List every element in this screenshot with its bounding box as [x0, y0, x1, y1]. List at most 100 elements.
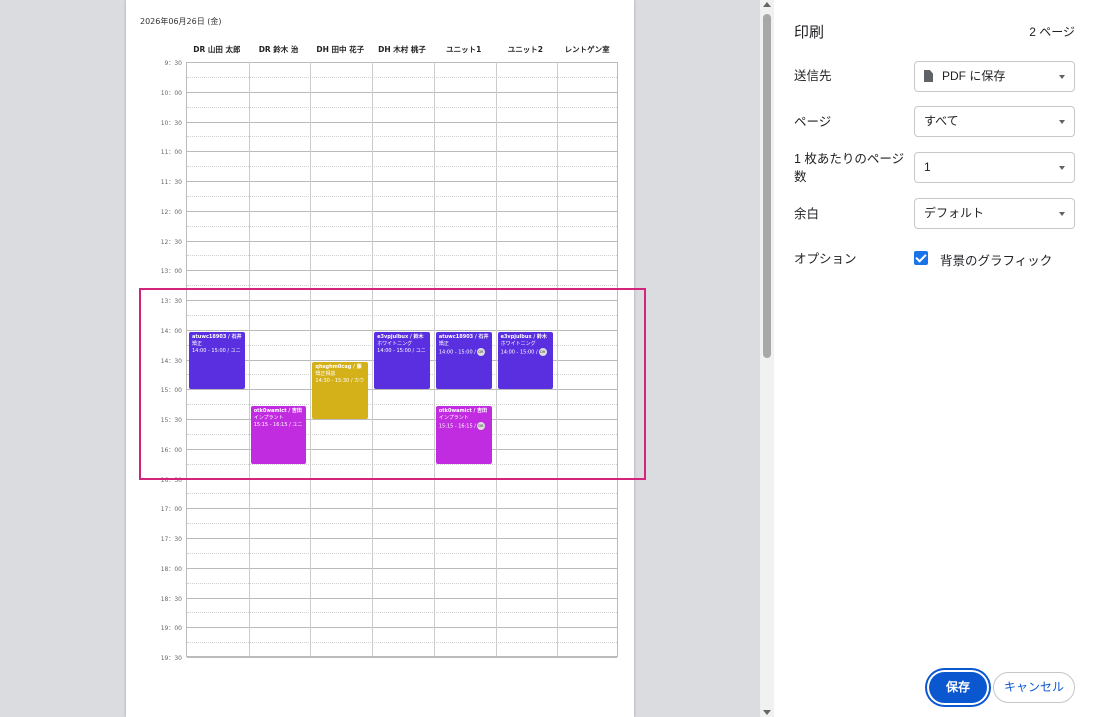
margins-value: デフォルト — [924, 206, 985, 220]
appointment-patient: e3vpjulbux / 鈴木 — [500, 333, 547, 340]
time-label: 19：00 — [160, 625, 182, 633]
appointment-time: 14:00 - 15:00 / ユニ — [377, 347, 426, 354]
grid-line — [187, 181, 617, 182]
grid-line — [187, 389, 617, 391]
time-label: 16：30 — [160, 476, 182, 484]
time-label: 11：30 — [160, 179, 182, 186]
grid-line-dotted — [187, 523, 617, 525]
grid-line — [187, 151, 617, 153]
appointment-treatment: ホワイトニング — [377, 340, 413, 347]
grid-line-dotted — [187, 642, 617, 644]
appointment-treatment: 矯正 — [438, 340, 449, 347]
destination-label: 送信先 — [794, 69, 832, 83]
chevron-down-icon — [1059, 120, 1065, 124]
time-label: 12：30 — [160, 238, 182, 246]
save-button[interactable]: 保存 — [929, 672, 987, 703]
schedule-date: 2026年06月26日 (金) — [140, 17, 222, 26]
scroll-down-arrow-icon[interactable] — [763, 710, 771, 715]
staff-badge: DR — [476, 422, 485, 431]
column-divider — [433, 62, 435, 656]
margins-label: 余白 — [794, 207, 820, 221]
pages-per-sheet-label-line2: 数 — [794, 170, 807, 184]
preview-page: 2026年06月26日 (金) DR 山田 太郎 DR 鈴木 治 DH 田中 花子 D… — [126, 0, 634, 717]
grid-line — [187, 91, 617, 93]
column-divider — [557, 62, 559, 656]
preview-scrollbar[interactable] — [760, 0, 774, 717]
chevron-down-icon — [1059, 212, 1065, 216]
staff-badge: DH — [538, 347, 547, 356]
grid-line-dotted — [187, 225, 617, 227]
pages-select[interactable]: すべて — [914, 106, 1075, 137]
scroll-up-arrow-icon[interactable] — [763, 2, 771, 7]
time-label: 9：30 — [164, 60, 182, 67]
time-label: 18：30 — [160, 595, 182, 603]
column-divider — [495, 62, 497, 656]
appointment-card[interactable]: atuwc18903 / 石井 矯正 14:00 - 15:00 /DR — [435, 331, 492, 390]
appointment-treatment: インプラント — [438, 415, 469, 422]
grid-line — [187, 329, 617, 331]
time-label: 14：30 — [160, 357, 182, 365]
staff-badge: DR — [476, 347, 485, 356]
appointment-treatment: インプラント — [253, 415, 284, 422]
appointment-time: 14:00 - 15:00 /DR — [438, 347, 485, 356]
appointment-patient: otk0wamict / 吉田 — [253, 408, 302, 415]
background-graphics-checkbox[interactable] — [914, 251, 928, 265]
grid-line — [187, 508, 617, 510]
chevron-down-icon — [1059, 166, 1065, 170]
pages-value: すべて — [924, 114, 959, 128]
grid-line-dotted — [187, 314, 617, 316]
time-label: 11：00 — [160, 149, 182, 157]
grid-line — [187, 567, 617, 569]
print-preview-area: 2026年06月26日 (金) DR 山田 太郎 DR 鈴木 治 DH 田中 花子 D… — [0, 0, 760, 717]
margins-select[interactable]: デフォルト — [914, 198, 1075, 229]
appointment-time: 14:30 - 15:30 / カウ — [315, 377, 365, 384]
grid-line — [187, 210, 617, 212]
grid-line-dotted — [187, 612, 617, 614]
background-graphics-label[interactable]: 背景のグラフィック — [940, 250, 1052, 269]
grid-line-dotted — [187, 255, 617, 257]
schedule-grid: atuwc18903 / 石井 矯正 14:00 - 15:00 / ユニ otk0w… — [186, 62, 618, 658]
grid-line — [187, 597, 617, 599]
chevron-down-icon — [1059, 75, 1065, 79]
appointment-card[interactable]: qhsghm0cag / 藤矯正相談 14:30 - 15:30 / カウ — [312, 361, 369, 419]
column-header: DH 木村 桃子 — [378, 45, 426, 54]
pages-label: ページ — [794, 115, 832, 129]
pages-per-sheet-select[interactable]: 1 — [914, 152, 1075, 183]
appointment-card[interactable]: e3vpjulbux / 鈴木 ホワイトニング 14:00 - 15:00 /DH — [497, 331, 554, 390]
grid-line-dotted — [187, 136, 617, 138]
destination-value: PDF に保存 — [942, 69, 1006, 83]
grid-line-dotted — [187, 463, 617, 465]
grid-line — [187, 240, 617, 242]
grid-line — [187, 538, 617, 539]
grid-line — [187, 478, 617, 480]
appointment-card[interactable]: e3vpjulbux / 鈴木 ホワイトニング 14:00 - 15:00 / ユニ — [374, 331, 430, 390]
time-label: 10：00 — [160, 89, 182, 97]
grid-line — [187, 62, 617, 63]
appointment-patient: e3vpjulbux / 鈴木 — [377, 333, 424, 340]
column-header: DR 山田 太郎 — [193, 45, 241, 54]
appointment-card[interactable]: atuwc18903 / 石井 矯正 14:00 - 15:00 / ユニ — [189, 331, 245, 390]
appointment-card[interactable]: otk0wamict / 吉田 インプラント 15:15 - 16:15 /DR — [435, 406, 492, 464]
time-label: 18：00 — [160, 565, 182, 573]
appointment-patient: otk0wamict / 吉田 — [438, 408, 488, 415]
time-label: 19：30 — [160, 655, 182, 662]
destination-select[interactable]: PDF に保存 — [914, 61, 1075, 92]
scroll-thumb[interactable] — [763, 14, 771, 358]
appointment-card[interactable]: otk0wamict / 吉田 インプラント 15:15 - 16:15 / ユニ — [250, 406, 307, 464]
options-label: オプション — [794, 252, 857, 266]
grid-line — [187, 121, 617, 123]
appointment-time: 14:00 - 15:00 /DH — [500, 347, 547, 356]
cancel-button[interactable]: キャンセル — [993, 672, 1075, 703]
time-label: 15：00 — [160, 387, 182, 395]
grid-line-dotted — [187, 285, 617, 287]
pages-per-sheet-value: 1 — [924, 160, 931, 174]
appointment-time: 15:15 - 16:15 / ユニ — [253, 422, 303, 429]
time-label: 15：30 — [160, 417, 182, 424]
column-header: DR 鈴木 治 — [258, 45, 299, 54]
grid-line-dotted — [187, 493, 617, 495]
appointment-time: 14:00 - 15:00 / ユニ — [192, 347, 241, 354]
grid-line — [187, 300, 617, 301]
appointment-patient: qhsghm0cag / 藤 — [315, 363, 362, 370]
file-icon — [924, 70, 933, 82]
time-label: 17：30 — [160, 536, 182, 543]
